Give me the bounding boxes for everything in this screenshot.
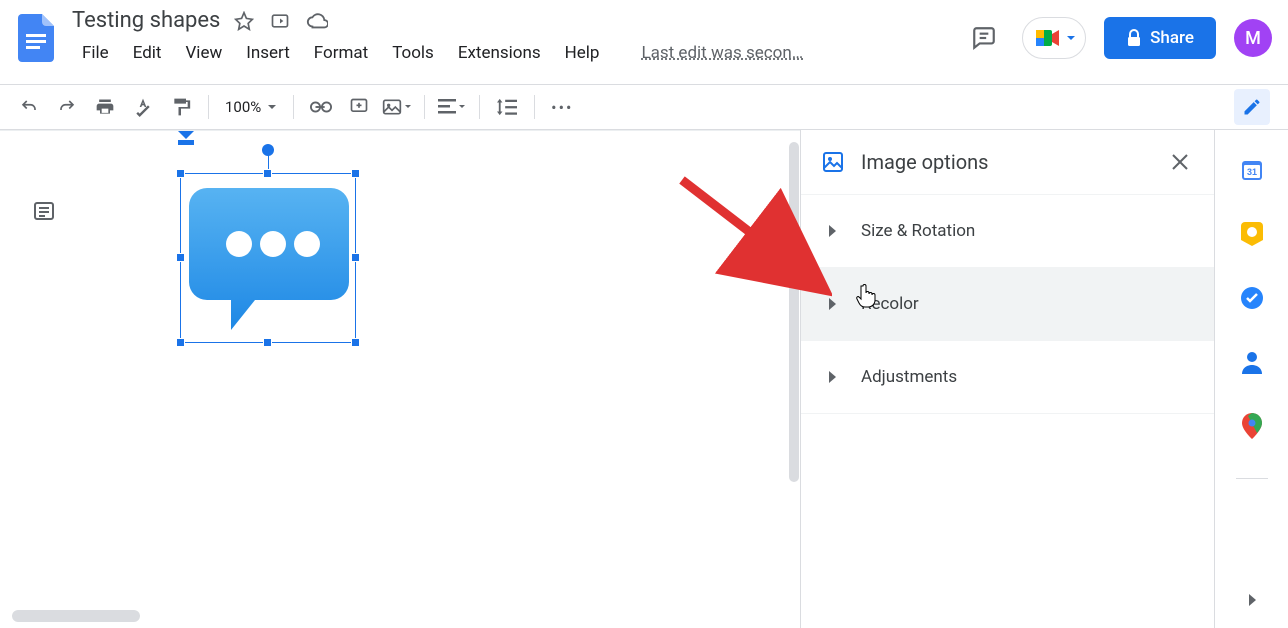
zoom-value: 100%: [225, 98, 261, 116]
menu-insert[interactable]: Insert: [236, 39, 300, 67]
avatar-letter: M: [1245, 28, 1261, 49]
show-outline-button[interactable]: [28, 195, 60, 227]
side-separator: [1236, 478, 1268, 479]
section-size-rotation[interactable]: Size & Rotation: [801, 195, 1214, 268]
chevron-right-icon: [825, 224, 839, 238]
share-button[interactable]: Share: [1104, 17, 1216, 59]
resize-handle[interactable]: [263, 169, 272, 178]
chevron-right-icon: [825, 297, 839, 311]
line-spacing-button[interactable]: [490, 92, 524, 122]
editing-mode-button[interactable]: [1234, 89, 1270, 125]
resize-handle[interactable]: [176, 253, 185, 262]
redo-button[interactable]: [50, 92, 84, 122]
tasks-icon[interactable]: [1240, 286, 1264, 310]
section-recolor[interactable]: Recolor: [801, 268, 1214, 341]
lock-icon: [1126, 29, 1142, 47]
toolbar-separator: [479, 95, 480, 119]
chevron-right-icon: [825, 370, 839, 384]
doc-title[interactable]: Testing shapes: [72, 8, 220, 33]
undo-button[interactable]: [12, 92, 46, 122]
menu-tools[interactable]: Tools: [382, 39, 444, 67]
zoom-select[interactable]: 100%: [219, 98, 283, 116]
toolbar-separator: [424, 95, 425, 119]
calendar-icon[interactable]: 31: [1240, 158, 1264, 182]
toolbar-separator: [534, 95, 535, 119]
account-avatar[interactable]: M: [1234, 19, 1272, 57]
workspace: Image options Size & Rotation Recolor Ad…: [0, 130, 1288, 628]
menu-extensions[interactable]: Extensions: [448, 39, 551, 67]
close-panel-button[interactable]: [1166, 148, 1194, 176]
collapse-sidepanel-button[interactable]: [1244, 592, 1260, 608]
section-adjustments[interactable]: Adjustments: [801, 341, 1214, 414]
cloud-status-icon[interactable]: [306, 11, 328, 31]
section-label: Adjustments: [861, 367, 957, 387]
svg-text:31: 31: [1246, 167, 1256, 177]
title-block: Testing shapes File Edit View Insert For…: [72, 8, 813, 67]
caret-down-icon: [458, 103, 466, 111]
share-label: Share: [1150, 28, 1194, 48]
header-right: Share M: [964, 8, 1272, 68]
menu-edit[interactable]: Edit: [123, 39, 172, 67]
print-button[interactable]: [88, 92, 122, 122]
keep-icon[interactable]: [1240, 222, 1264, 246]
meet-icon: [1035, 27, 1061, 49]
spellcheck-button[interactable]: [126, 92, 160, 122]
toolbar-separator: [208, 95, 209, 119]
paint-format-button[interactable]: [164, 92, 198, 122]
comment-history-button[interactable]: [964, 18, 1004, 58]
align-button[interactable]: [435, 92, 469, 122]
image-button[interactable]: [380, 92, 414, 122]
insert-link-button[interactable]: [304, 92, 338, 122]
selected-image[interactable]: [180, 173, 356, 343]
contacts-icon[interactable]: [1240, 350, 1264, 374]
resize-handle[interactable]: [176, 169, 185, 178]
panel-header: Image options: [801, 130, 1214, 195]
resize-handle[interactable]: [351, 338, 360, 347]
menu-help[interactable]: Help: [555, 39, 610, 67]
menu-view[interactable]: View: [175, 39, 232, 67]
menu-format[interactable]: Format: [304, 39, 378, 67]
panel-title: Image options: [861, 150, 1150, 174]
caret-down-icon: [1065, 32, 1077, 44]
menu-file[interactable]: File: [72, 39, 119, 67]
toolbar-separator: [293, 95, 294, 119]
chat-bubble-image: [181, 174, 357, 344]
section-label: Recolor: [861, 294, 919, 314]
move-icon[interactable]: [270, 11, 290, 31]
menu-bar: File Edit View Insert Format Tools Exten…: [72, 39, 813, 67]
resize-handle[interactable]: [263, 338, 272, 347]
last-edit-link[interactable]: Last edit was secon…: [631, 39, 813, 67]
image-options-panel: Image options Size & Rotation Recolor Ad…: [800, 130, 1214, 628]
resize-handle[interactable]: [351, 169, 360, 178]
caret-down-icon: [404, 103, 412, 111]
ruler-indent-marker[interactable]: [178, 131, 194, 145]
section-label: Size & Rotation: [861, 221, 975, 241]
docs-logo[interactable]: [16, 12, 56, 64]
document-canvas[interactable]: [0, 130, 800, 628]
header: Testing shapes File Edit View Insert For…: [0, 0, 1288, 84]
meet-button[interactable]: [1022, 17, 1086, 59]
side-panel: 31: [1214, 130, 1288, 628]
star-icon[interactable]: [234, 11, 254, 31]
toolbar: 100% •••: [0, 84, 1288, 130]
rotate-handle[interactable]: [262, 144, 274, 156]
resize-handle[interactable]: [351, 253, 360, 262]
caret-down-icon: [267, 102, 277, 112]
add-comment-button[interactable]: [342, 92, 376, 122]
image-icon: [821, 150, 845, 174]
maps-icon[interactable]: [1240, 414, 1264, 438]
resize-handle[interactable]: [176, 338, 185, 347]
horizontal-scrollbar[interactable]: [12, 610, 140, 622]
vertical-scrollbar[interactable]: [789, 142, 799, 482]
more-button[interactable]: •••: [545, 92, 579, 122]
